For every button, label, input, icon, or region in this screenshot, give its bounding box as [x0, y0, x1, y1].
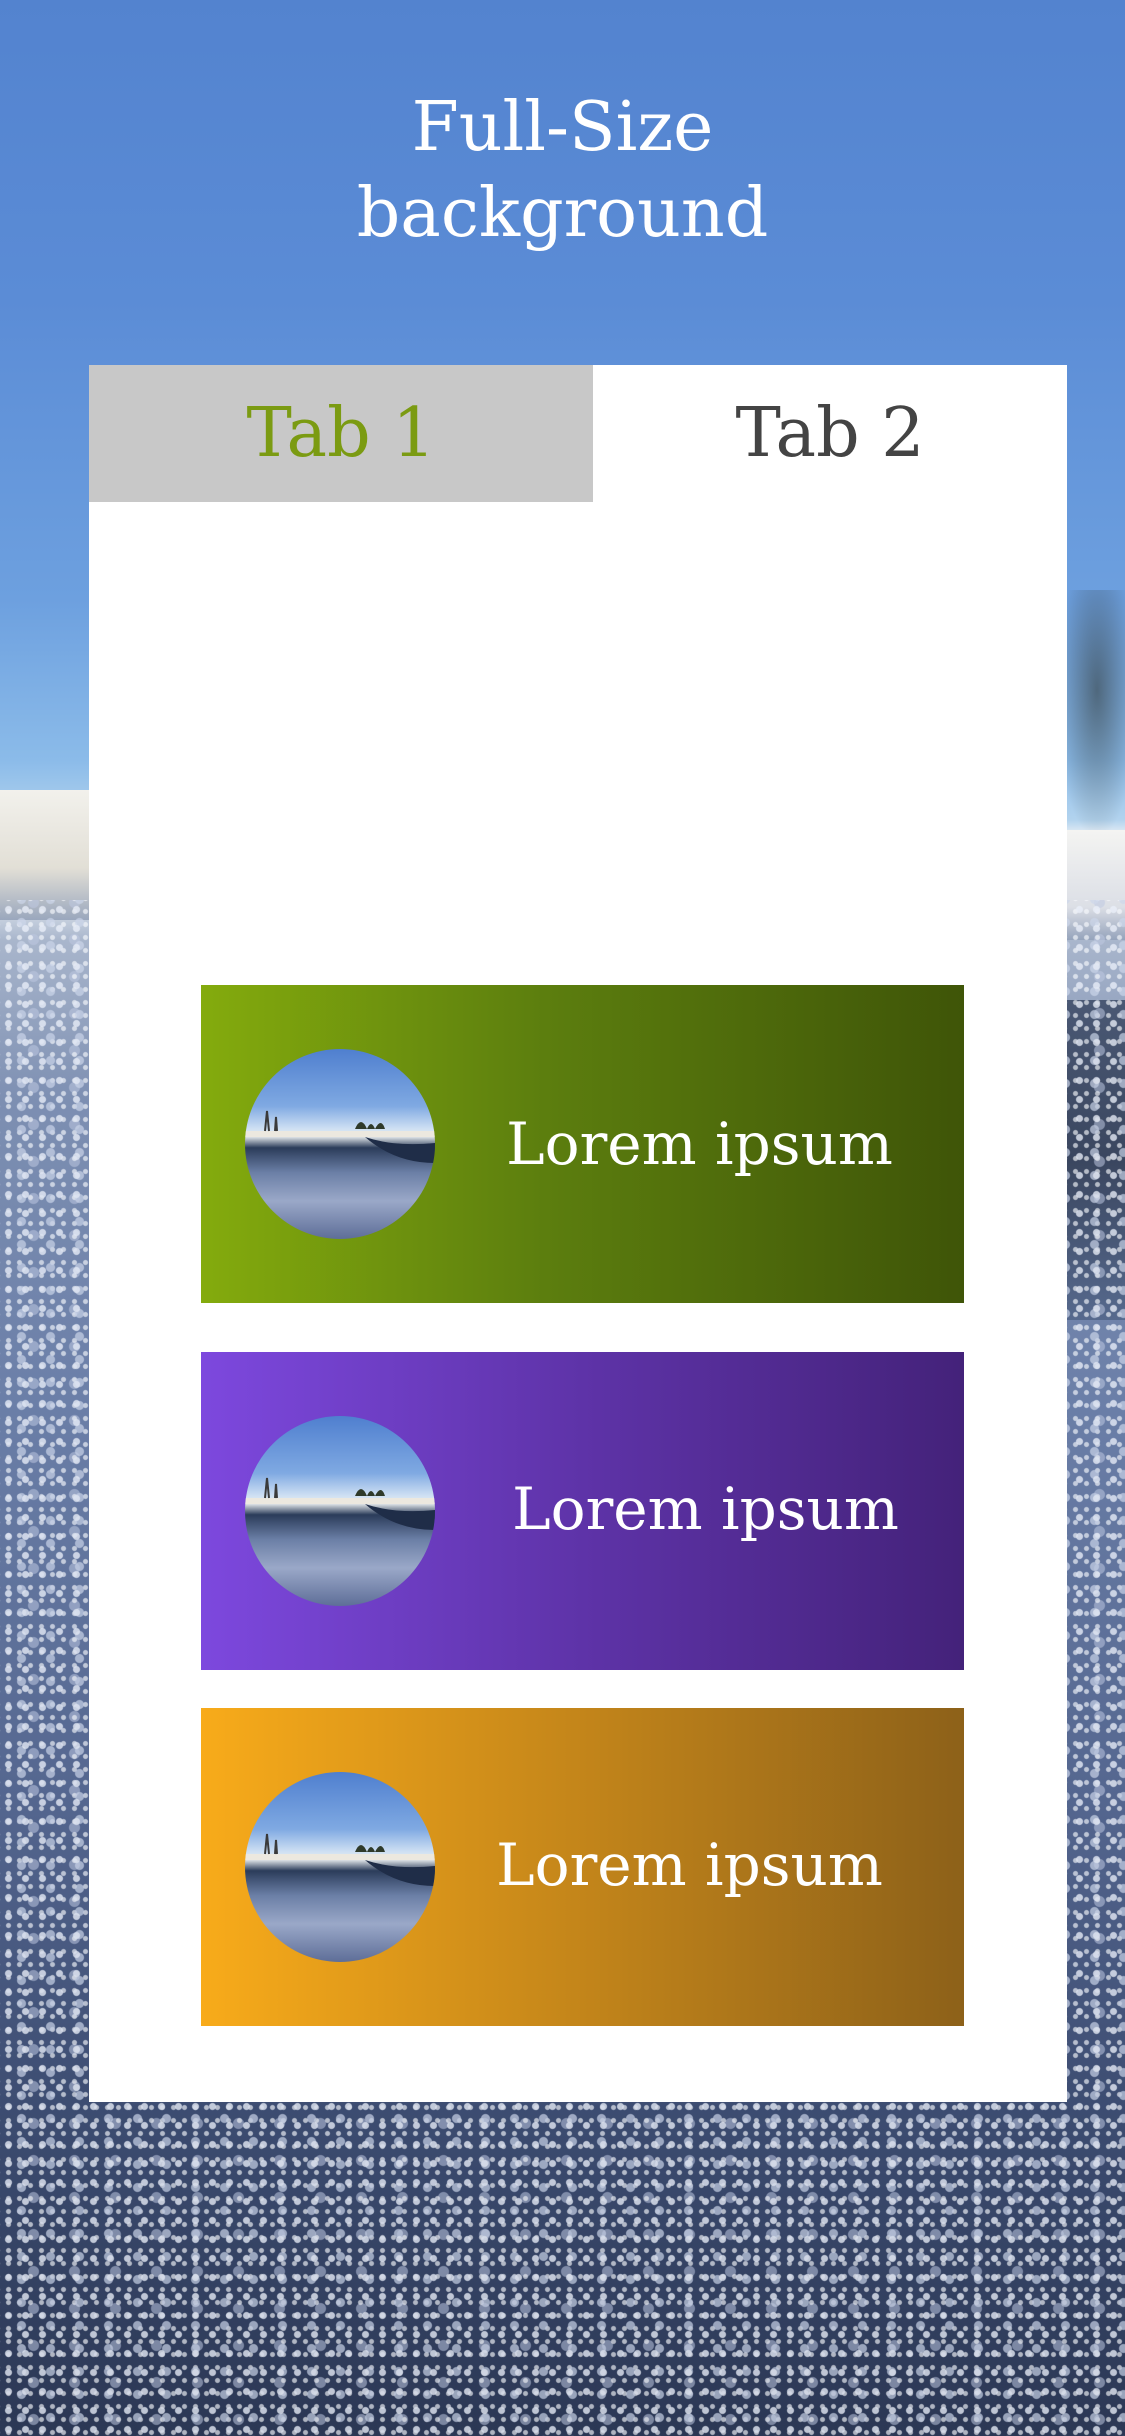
page-title-line2: background: [356, 174, 769, 253]
thumbnail-landscape: [245, 1477, 435, 1530]
page-title: Full-Size background: [0, 85, 1125, 257]
item-thumbnail-image: [245, 1416, 435, 1606]
list-item-1[interactable]: Lorem ipsum: [201, 985, 964, 1303]
thumbnail-landscape: [245, 1110, 435, 1163]
thumbnail-landscape: [245, 1833, 435, 1886]
tab-2[interactable]: Tab 2: [593, 365, 1067, 502]
list-item-2[interactable]: Lorem ipsum: [201, 1352, 964, 1670]
item-thumbnail-image: [245, 1772, 435, 1962]
item-label: Lorem ipsum: [496, 1831, 883, 1899]
item-thumbnail-image: [245, 1049, 435, 1239]
item-label: Lorem ipsum: [506, 1110, 893, 1178]
tab-card: Tab 1 Tab 2 Lorem ipsum Lorem ipsum Lore…: [89, 365, 1067, 2102]
tab-bar: Tab 1 Tab 2: [89, 365, 1067, 502]
list-item-3[interactable]: Lorem ipsum: [201, 1708, 964, 2026]
tab-1[interactable]: Tab 1: [89, 365, 593, 502]
page-title-line1: Full-Size: [411, 88, 714, 167]
item-label: Lorem ipsum: [512, 1475, 899, 1543]
